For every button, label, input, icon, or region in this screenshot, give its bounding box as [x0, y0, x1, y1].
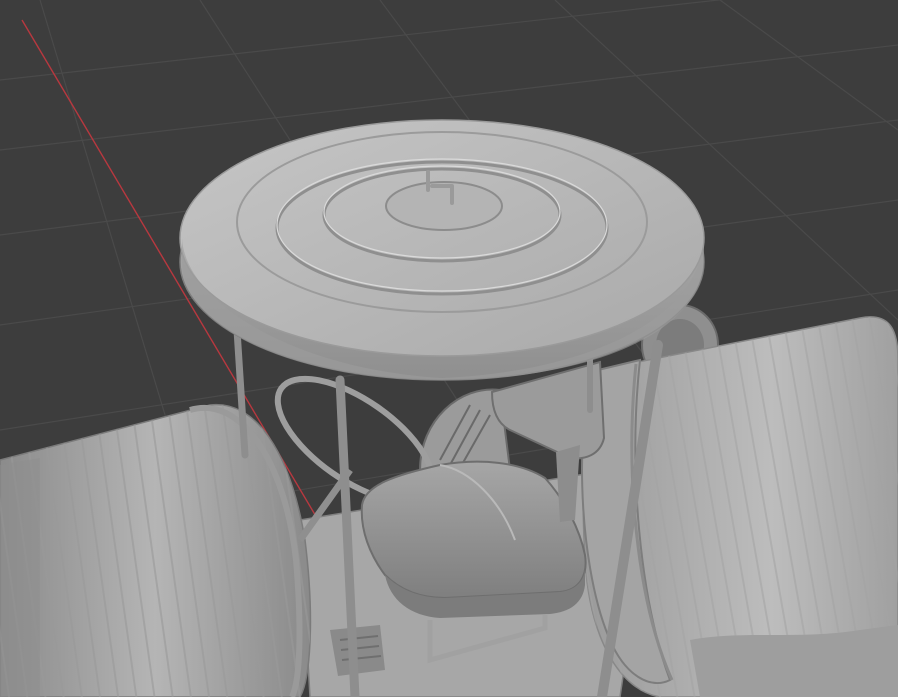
lid-roof	[179, 119, 705, 381]
seat	[360, 460, 587, 618]
3d-viewport[interactable]	[0, 0, 898, 697]
viewport-canvas[interactable]	[0, 0, 898, 697]
left-trash-can-wheel	[0, 403, 312, 697]
